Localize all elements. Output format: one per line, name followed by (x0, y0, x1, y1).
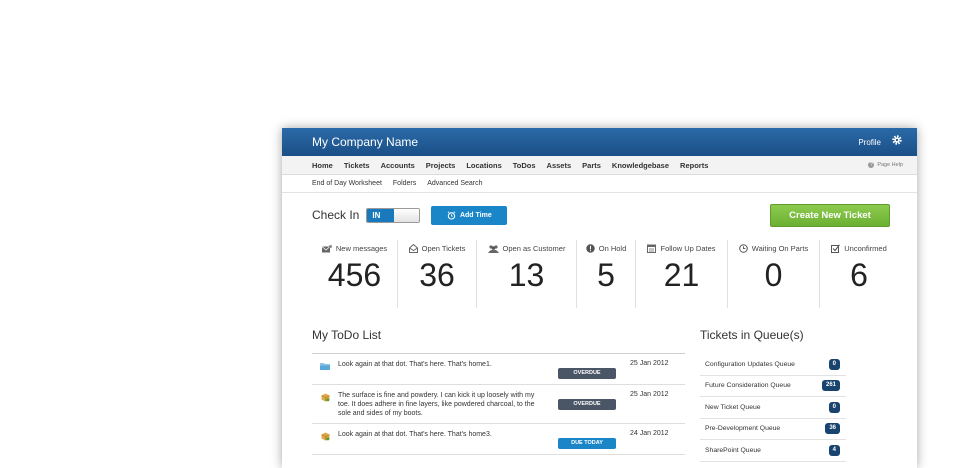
stat-label: Open as Customer (502, 244, 566, 253)
add-time-label: Add Time (459, 211, 492, 219)
nav-locations[interactable]: Locations (466, 161, 501, 170)
subnav-advanced-search[interactable]: Advanced Search (427, 180, 482, 187)
stat-label: Waiting On Parts (751, 244, 809, 253)
todo-text: The surface is fine and powdery. I can k… (338, 392, 535, 417)
queue-item[interactable]: SharePoint Queue 4 (700, 440, 846, 462)
stat-label: New messages (335, 244, 388, 253)
stat-value: 36 (419, 257, 455, 293)
queue-name: New Ticket Queue (705, 403, 761, 411)
customer-icon (487, 244, 499, 253)
company-name[interactable]: My Company Name (312, 135, 858, 149)
queue-item[interactable]: Configuration Updates Queue 0 (700, 354, 846, 376)
page-help-label: Page Help (877, 162, 903, 168)
stat-follow-up-dates[interactable]: Follow Up Dates 21 (636, 240, 728, 308)
queue-item[interactable]: Future Consideration Queue 261 (700, 376, 846, 397)
stat-label: Unconfirmed (844, 244, 887, 253)
stat-label: Follow Up Dates (660, 244, 716, 253)
calendar-icon (647, 244, 657, 253)
queue-title: Tickets in Queue(s) (700, 328, 804, 342)
help-icon: ? (868, 162, 875, 168)
check-in-toggle[interactable]: IN (366, 207, 421, 223)
status-badge: DUE TODAY (558, 438, 616, 449)
add-time-button[interactable]: Add Time (431, 205, 508, 225)
queue-item[interactable]: Pre-Development Queue 36 (700, 419, 846, 440)
on-hold-icon (586, 244, 595, 253)
app-window: My Company Name Profile Home Tickets Acc… (282, 128, 917, 468)
stat-label: On Hold (598, 244, 627, 253)
nav-todos[interactable]: ToDos (513, 161, 536, 170)
todo-text: Look again at that dot. That's here. Tha… (338, 431, 492, 438)
queue-count-badge: 36 (825, 423, 840, 435)
queue-list: Configuration Updates Queue 0 Future Con… (700, 354, 846, 462)
status-badge: OVERDUE (558, 368, 616, 379)
todo-text: Look again at that dot. That's here. Tha… (338, 361, 492, 368)
stat-unconfirmed[interactable]: Unconfirmed 6 (820, 240, 898, 308)
nav-tickets[interactable]: Tickets (344, 161, 370, 170)
folder-icon (320, 363, 330, 370)
box-icon (320, 393, 330, 402)
toggle-state: IN (367, 208, 395, 222)
nav-accounts[interactable]: Accounts (381, 161, 415, 170)
todo-date: 25 Jan 2012 (630, 360, 669, 367)
queue-item[interactable]: New Ticket Queue 0 (700, 397, 846, 419)
stat-waiting-on-parts[interactable]: Waiting On Parts 0 (728, 240, 820, 308)
stats-bar: New messages 456 Open Tickets 36 Open as… (312, 240, 898, 308)
box-icon (320, 432, 330, 441)
sub-nav: End of Day Worksheet Folders Advanced Se… (282, 175, 917, 193)
todo-date: 25 Jan 2012 (630, 391, 669, 398)
stat-open-as-customer[interactable]: Open as Customer 13 (477, 240, 577, 308)
todo-list: Look again at that dot. That's here. Tha… (312, 353, 685, 455)
nav-reports[interactable]: Reports (680, 161, 708, 170)
stat-label: Open Tickets (421, 244, 466, 253)
subnav-folders[interactable]: Folders (393, 180, 416, 187)
subnav-end-of-day[interactable]: End of Day Worksheet (312, 180, 382, 187)
queue-count-badge: 4 (828, 444, 840, 456)
create-ticket-label: Create New Ticket (789, 209, 871, 221)
gear-icon[interactable] (891, 133, 903, 151)
stat-value: 6 (850, 257, 868, 293)
queue-name: Future Consideration Queue (705, 382, 791, 390)
stat-on-hold[interactable]: On Hold 5 (577, 240, 636, 308)
stat-value: 456 (327, 257, 382, 293)
create-ticket-button[interactable]: Create New Ticket (770, 203, 890, 227)
clock-icon (738, 244, 748, 253)
todo-list-title: My ToDo List (312, 328, 382, 342)
main-nav: Home Tickets Accounts Projects Locations… (282, 156, 917, 175)
checkbox-icon (831, 244, 841, 253)
check-in-row: Check In IN Add Time Create New Ticket (312, 203, 890, 227)
todo-item[interactable]: Look again at that dot. That's here. Tha… (312, 424, 685, 455)
messages-icon (321, 244, 332, 252)
nav-home[interactable]: Home (312, 161, 333, 170)
nav-assets[interactable]: Assets (547, 161, 572, 170)
queue-name: Configuration Updates Queue (705, 360, 795, 368)
nav-knowledgebase[interactable]: Knowledgebase (612, 161, 669, 170)
queue-count-badge: 0 (828, 358, 840, 370)
status-badge: OVERDUE (558, 399, 616, 410)
nav-parts[interactable]: Parts (582, 161, 601, 170)
queue-name: Pre-Development Queue (705, 425, 781, 433)
alarm-clock-icon (447, 210, 456, 220)
stat-open-tickets[interactable]: Open Tickets 36 (398, 240, 477, 308)
profile-link[interactable]: Profile (858, 138, 881, 147)
queue-count-badge: 261 (821, 380, 840, 392)
todo-item[interactable]: The surface is fine and powdery. I can k… (312, 385, 685, 424)
nav-projects[interactable]: Projects (426, 161, 456, 170)
stat-value: 5 (597, 257, 615, 293)
queue-name: SharePoint Queue (705, 446, 761, 454)
stat-value: 21 (663, 257, 700, 293)
todo-item[interactable]: Look again at that dot. That's here. Tha… (312, 354, 685, 385)
check-in-label: Check In (312, 208, 360, 222)
open-ticket-icon (408, 244, 418, 253)
page-help-link[interactable]: ? Page Help (868, 162, 903, 168)
stat-value: 13 (508, 257, 545, 293)
stat-value: 0 (764, 257, 783, 293)
todo-date: 24 Jan 2012 (630, 430, 669, 437)
stat-new-messages[interactable]: New messages 456 (312, 240, 398, 308)
queue-count-badge: 0 (828, 401, 840, 413)
top-bar: My Company Name Profile (282, 128, 917, 156)
